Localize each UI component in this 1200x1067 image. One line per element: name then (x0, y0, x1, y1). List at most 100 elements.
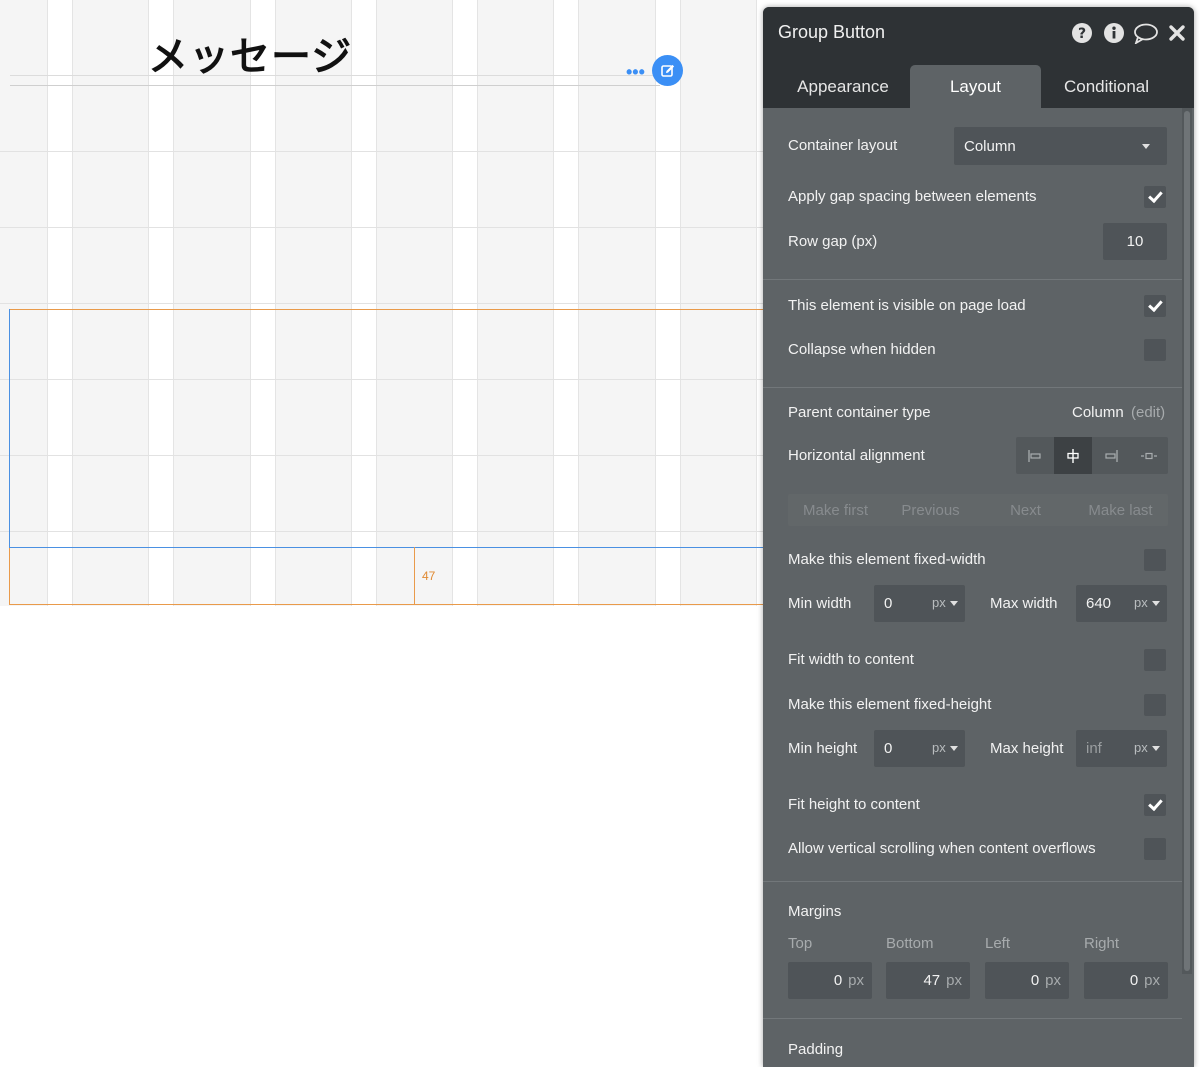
edit-icon[interactable] (652, 55, 683, 86)
next-button[interactable]: Next (978, 494, 1073, 526)
margin-bottom-input[interactable]: 47 px (886, 962, 970, 999)
row-gap-label: Row gap (px) (788, 233, 878, 250)
gap-spacing-checkbox[interactable] (1144, 186, 1166, 208)
margin-right-input[interactable]: 0 px (1084, 962, 1168, 999)
margin-right-unit: px (1144, 972, 1160, 989)
max-width-value: 640 (1086, 595, 1112, 612)
gap-spacing-label: Apply gap spacing between elements (788, 188, 1037, 205)
container-layout-value: Column (964, 137, 1016, 155)
max-height-placeholder: inf (1086, 740, 1102, 757)
min-height-input[interactable]: 0 px (874, 730, 965, 767)
selected-element-box[interactable] (9, 309, 779, 548)
max-width-input[interactable]: 640 px (1076, 585, 1167, 622)
min-height-unit[interactable]: px (932, 740, 946, 755)
tab-bar: Appearance Layout Conditional (763, 59, 1194, 108)
collapse-hidden-checkbox[interactable] (1144, 339, 1166, 361)
fit-width-checkbox[interactable] (1144, 649, 1166, 671)
svg-text:?: ? (1078, 26, 1086, 42)
visible-on-load-checkbox[interactable] (1144, 295, 1166, 317)
parent-container-value: Column (1072, 404, 1124, 421)
info-icon[interactable] (1103, 22, 1125, 44)
align-center-button[interactable] (1054, 437, 1092, 474)
chevron-down-icon (1142, 144, 1150, 149)
chevron-down-icon (1152, 746, 1160, 751)
close-icon[interactable] (1167, 22, 1187, 44)
panel-scrollbar-thumb[interactable] (1184, 111, 1190, 971)
tab-appearance[interactable]: Appearance (775, 65, 911, 108)
property-editor-panel: Group Button ? Appearance Layout Conditi… (763, 7, 1194, 1067)
fit-height-checkbox[interactable] (1144, 794, 1166, 816)
parent-container-edit-link[interactable]: (edit) (1131, 404, 1165, 421)
align-right-button[interactable] (1092, 437, 1130, 474)
margin-left-unit: px (1045, 972, 1061, 989)
chevron-down-icon (950, 746, 958, 751)
tab-layout[interactable]: Layout (910, 65, 1041, 108)
vertical-scroll-label: Allow vertical scrolling when content ov… (788, 840, 1096, 857)
help-icon[interactable]: ? (1071, 22, 1093, 44)
min-height-value: 0 (884, 740, 893, 757)
panel-title: Group Button (778, 22, 886, 42)
collapse-hidden-label: Collapse when hidden (788, 341, 936, 358)
row-gap-input[interactable]: 10 (1103, 223, 1167, 260)
margin-top-value: 0 (833, 972, 843, 989)
min-width-input[interactable]: 0 px (874, 585, 965, 622)
make-first-button[interactable]: Make first (788, 494, 883, 526)
margins-section-title: Margins (788, 903, 842, 920)
min-width-value: 0 (884, 595, 893, 612)
fixed-width-label: Make this element fixed-width (788, 551, 986, 568)
align-left-icon (1028, 449, 1041, 462)
margin-bottom-value: 47 (923, 972, 941, 989)
fit-height-label: Fit height to content (788, 796, 920, 813)
margin-bottom-label: Bottom (886, 935, 934, 952)
visible-on-load-label: This element is visible on page load (788, 297, 1026, 314)
horizontal-alignment-group (1016, 437, 1168, 474)
horizontal-alignment-label: Horizontal alignment (788, 447, 925, 464)
align-center-icon (1067, 448, 1079, 463)
chevron-down-icon (1152, 601, 1160, 606)
max-width-label: Max width (990, 595, 1058, 612)
heading-guide-line (10, 85, 660, 86)
max-width-unit[interactable]: px (1134, 595, 1148, 610)
margin-left-label: Left (985, 935, 1011, 952)
grid-row-line (0, 151, 770, 152)
section-divider (763, 387, 1182, 388)
margin-left-input[interactable]: 0 px (985, 962, 1069, 999)
min-width-label: Min width (788, 595, 852, 612)
fit-width-label: Fit width to content (788, 651, 914, 668)
section-divider (763, 1018, 1182, 1019)
margin-right-value: 0 (1129, 972, 1139, 989)
fixed-height-checkbox[interactable] (1144, 694, 1166, 716)
page-heading-text[interactable]: メッセージ (148, 24, 352, 82)
fixed-width-checkbox[interactable] (1144, 549, 1166, 571)
container-layout-dropdown[interactable]: Column (954, 127, 1167, 165)
max-height-input[interactable]: inf px (1076, 730, 1167, 767)
chevron-down-icon (950, 601, 958, 606)
parent-container-label: Parent container type (788, 404, 931, 421)
panel-header[interactable]: Group Button ? (763, 7, 1194, 59)
align-stretch-icon (1141, 452, 1157, 459)
make-last-button[interactable]: Make last (1073, 494, 1168, 526)
margin-indicator-label: 47 (422, 569, 436, 583)
max-height-unit[interactable]: px (1134, 740, 1148, 755)
margin-bottom-unit: px (946, 972, 962, 989)
margin-top-input[interactable]: 0 px (788, 962, 872, 999)
align-stretch-button[interactable] (1130, 437, 1168, 474)
previous-button[interactable]: Previous (883, 494, 978, 526)
section-divider (763, 279, 1182, 280)
grid-row-line (0, 303, 770, 304)
margin-left-value: 0 (1030, 972, 1040, 989)
align-left-button[interactable] (1016, 437, 1054, 474)
margin-right-label: Right (1084, 935, 1120, 952)
section-divider (763, 881, 1182, 882)
tab-conditional[interactable]: Conditional (1041, 65, 1172, 108)
more-options-icon[interactable]: ••• (626, 62, 645, 83)
vertical-scroll-checkbox[interactable] (1144, 838, 1166, 860)
container-layout-label: Container layout (788, 137, 898, 154)
comment-icon[interactable] (1133, 22, 1159, 45)
fixed-height-label: Make this element fixed-height (788, 696, 992, 713)
margin-top-unit: px (848, 972, 864, 989)
min-height-label: Min height (788, 740, 858, 757)
margin-top-label: Top (788, 935, 813, 952)
align-right-icon (1105, 449, 1118, 462)
min-width-unit[interactable]: px (932, 595, 946, 610)
